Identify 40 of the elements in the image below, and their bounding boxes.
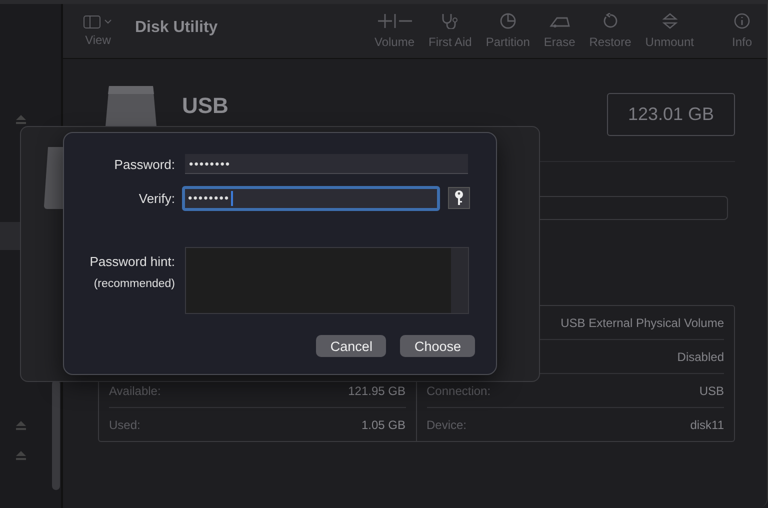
toolbar-button[interactable]: Unmount — [640, 13, 699, 49]
info-label: Connection: — [426, 384, 491, 398]
pie-icon — [500, 13, 516, 29]
toolbar-button[interactable]: Restore — [584, 13, 636, 49]
toolbar-button[interactable]: Erase — [538, 13, 580, 49]
sidebar-row-highlight[interactable] — [0, 222, 20, 250]
circular-arrow-icon — [602, 13, 618, 29]
stethoscope-icon — [440, 13, 460, 29]
hint-note: (recommended) — [92, 278, 175, 290]
password-field[interactable]: •••••••• — [182, 186, 440, 210]
dialog-button[interactable]: Choose — [400, 335, 475, 357]
info-value: USB External Physical Volume — [560, 316, 724, 330]
hint-field[interactable] — [185, 247, 469, 314]
toolbar-button[interactable]: Partition — [480, 13, 535, 49]
info-value: disk11 — [690, 418, 724, 432]
key-button[interactable] — [448, 187, 470, 209]
info-value: Disabled — [677, 350, 724, 364]
capacity-label: 123.01 GB — [606, 93, 735, 136]
toolbar-button[interactable]: First Aid — [424, 13, 477, 49]
window-title: Disk Utility — [135, 19, 218, 37]
password-field[interactable]: •••••••• — [185, 154, 468, 174]
sidebar-icon — [83, 15, 113, 29]
toolbar-button[interactable]: Volume — [369, 13, 420, 49]
info-value: USB — [699, 384, 724, 398]
view-button[interactable]: View — [83, 15, 113, 47]
scrollbar[interactable] — [52, 380, 60, 490]
field-label: Password: — [113, 156, 176, 172]
info-label: Device: — [426, 418, 467, 432]
plus-minus-icon — [376, 13, 412, 29]
info-value: 121.95 GB — [348, 384, 406, 398]
dialog-button[interactable]: Cancel — [316, 335, 386, 357]
disk-name: USB — [182, 93, 228, 119]
info-label: Used: — [109, 418, 140, 432]
info-label: Available: — [109, 384, 161, 398]
info-icon — [734, 13, 750, 29]
hint-label: Password hint: — [88, 254, 175, 269]
info-value: 1.05 GB — [361, 418, 406, 432]
field-label: Verify: — [138, 190, 176, 206]
toolbar-button[interactable]: Info — [726, 13, 757, 49]
key-icon — [454, 190, 464, 206]
